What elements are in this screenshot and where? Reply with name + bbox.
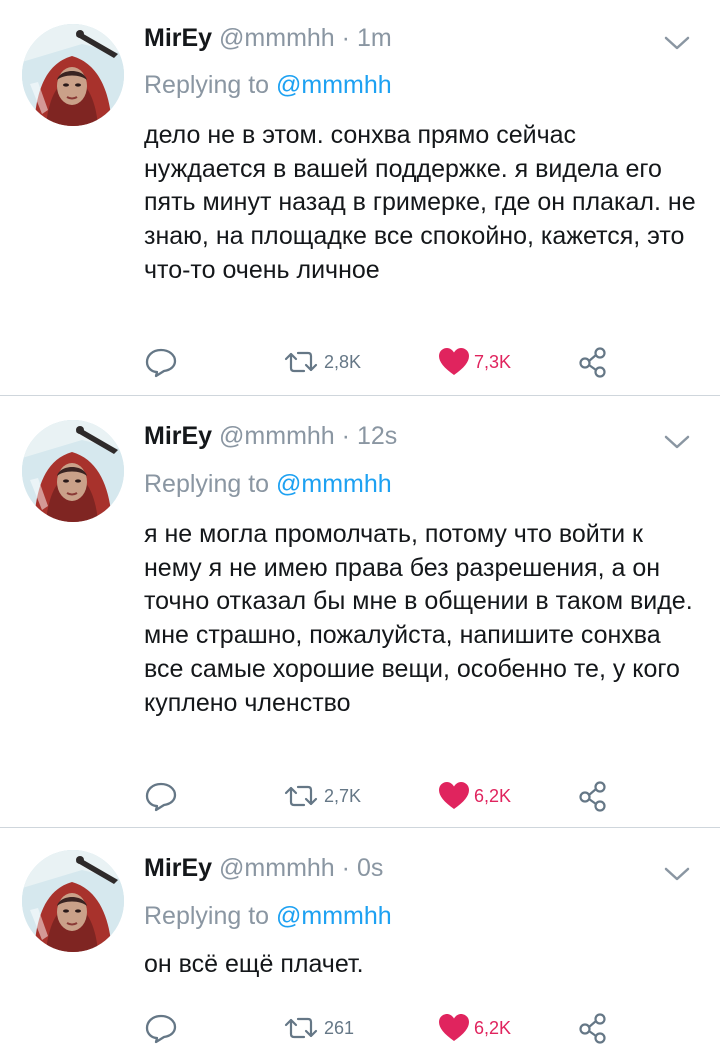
author-name[interactable]: MirEy — [144, 24, 212, 52]
like-count: 6,2K — [474, 1017, 512, 1038]
replying-to-mention[interactable]: @mmmhh — [276, 470, 392, 498]
author-handle[interactable]: @mmmhh — [219, 24, 335, 52]
share-button[interactable] — [576, 1008, 610, 1048]
share-icon — [579, 347, 606, 378]
reply-icon — [145, 782, 177, 812]
tweet-3[interactable]: MirEy @mmmhh · 0s Replying to @mmmhh он … — [0, 828, 720, 1054]
separator: · — [341, 854, 350, 882]
replying-to-mention[interactable]: @mmmhh — [276, 902, 392, 930]
tweet-text: он всё ещё плачет. — [144, 950, 364, 978]
heart-filled-icon — [439, 348, 469, 375]
retweet-icon — [284, 351, 318, 373]
reply-button[interactable] — [144, 776, 178, 816]
avatar[interactable] — [22, 850, 124, 952]
author-handle[interactable]: @mmmhh — [219, 854, 335, 882]
tweet-2[interactable]: MirEy @mmmhh · 12s Replying to @mmmhh я … — [0, 396, 720, 826]
chevron-down-icon[interactable] — [662, 432, 692, 452]
chevron-down-icon[interactable] — [662, 864, 692, 884]
avatar[interactable] — [22, 24, 124, 126]
separator: · — [341, 422, 350, 450]
retweet-count: 2,8K — [324, 351, 362, 372]
author-name[interactable]: MirEy — [144, 422, 212, 450]
tweet-text: я не могла промолчать, потому что войти … — [144, 520, 693, 717]
like-count: 7,3K — [474, 351, 512, 372]
chevron-down-icon[interactable] — [662, 33, 692, 53]
timestamp[interactable]: 12s — [357, 422, 397, 450]
replying-to-label: Replying to — [144, 71, 270, 99]
timestamp[interactable]: 0s — [357, 854, 383, 882]
retweet-icon — [284, 785, 318, 807]
share-button[interactable] — [576, 776, 610, 816]
share-button[interactable] — [576, 342, 610, 382]
tweet-header: MirEy @mmmhh · 12s — [144, 420, 397, 452]
replying-to-mention[interactable]: @mmmhh — [276, 71, 392, 99]
retweet-count: 261 — [324, 1017, 355, 1038]
tweet-header: MirEy @mmmhh · 0s — [144, 852, 383, 884]
replying-to-label: Replying to — [144, 902, 270, 930]
retweet-button[interactable]: 2,8K — [282, 342, 361, 382]
like-button[interactable]: 6,2K — [438, 776, 511, 816]
share-icon — [579, 781, 606, 812]
like-button[interactable]: 6,2K — [438, 1008, 511, 1048]
heart-filled-icon — [439, 782, 469, 809]
tweet-header: MirEy @mmmhh · 1m — [144, 22, 392, 54]
retweet-count: 2,7K — [324, 785, 362, 806]
like-button[interactable]: 7,3K — [438, 342, 511, 382]
reply-button[interactable] — [144, 1008, 178, 1048]
avatar[interactable] — [22, 420, 124, 522]
author-handle[interactable]: @mmmhh — [219, 422, 335, 450]
replying-to: Replying to @mmmhh — [144, 900, 392, 932]
like-count: 6,2K — [474, 785, 512, 806]
tweet-text: дело не в этом. сонхва прямо сейчас нужд… — [144, 121, 696, 284]
tweet-actions: 2,8K 7,3K — [144, 342, 624, 382]
reply-icon — [145, 1014, 177, 1044]
share-icon — [579, 1013, 606, 1044]
tweet-actions: 2,7K 6,2K — [144, 776, 624, 816]
heart-filled-icon — [439, 1014, 469, 1041]
retweet-button[interactable]: 2,7K — [282, 776, 361, 816]
reply-button[interactable] — [144, 342, 178, 382]
replying-to-label: Replying to — [144, 470, 270, 498]
reply-icon — [145, 348, 177, 378]
replying-to: Replying to @mmmhh — [144, 69, 392, 101]
separator: · — [341, 24, 350, 52]
tweet-1[interactable]: MirEy @mmmhh · 1m Replying to @mmmhh дел… — [0, 0, 720, 395]
tweet-actions: 261 6,2K — [144, 1008, 624, 1048]
retweet-icon — [284, 1017, 318, 1039]
retweet-button[interactable]: 261 — [282, 1008, 354, 1048]
replying-to: Replying to @mmmhh — [144, 468, 392, 500]
author-name[interactable]: MirEy — [144, 854, 212, 882]
timestamp[interactable]: 1m — [357, 24, 392, 52]
